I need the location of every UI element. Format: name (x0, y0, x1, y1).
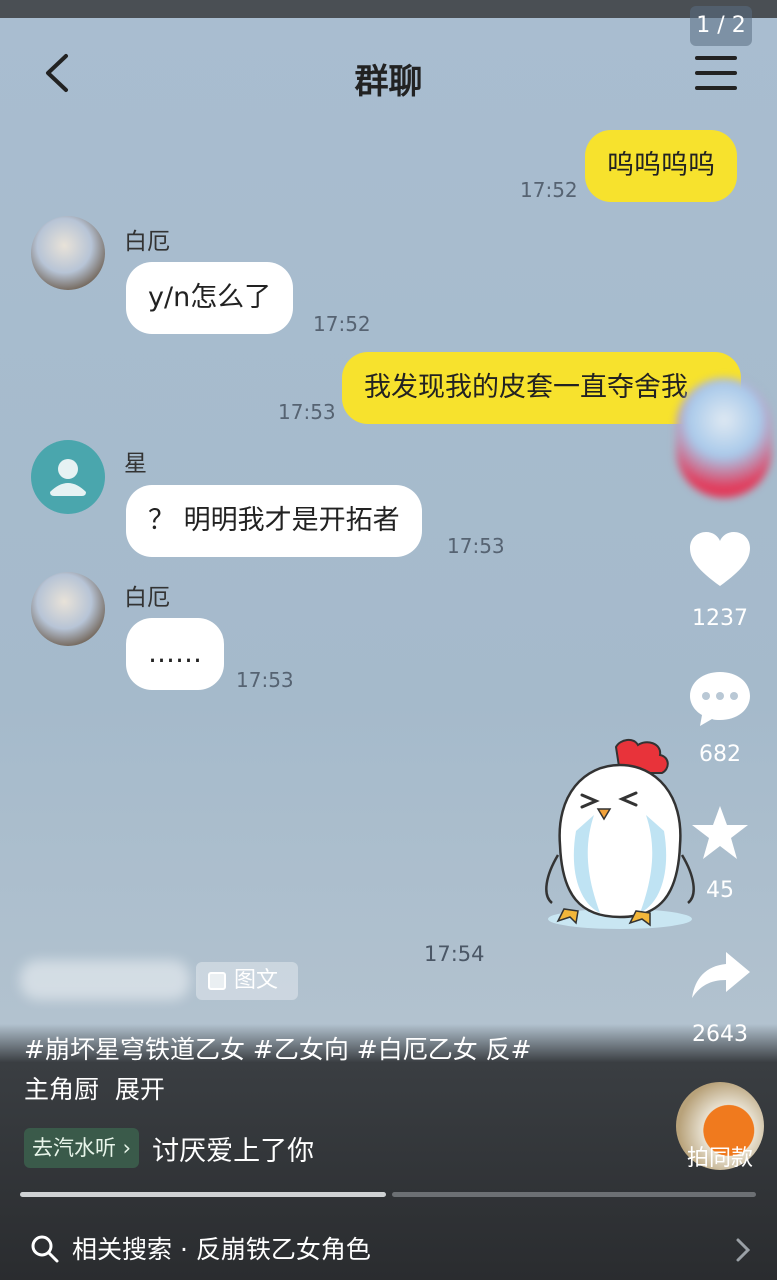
message-bubble-theirs: ？ 明明我才是开拓者 (126, 485, 422, 557)
person-icon (50, 459, 86, 496)
message-time: 17:53 (278, 400, 336, 424)
creator-avatar[interactable] (676, 378, 772, 498)
message-time: 17:53 (236, 668, 294, 692)
like-count: 1237 (692, 606, 748, 631)
sender-name: 白厄 (124, 229, 170, 255)
message-bubble-mine: 呜呜呜呜 (585, 130, 737, 202)
author-name-blurred[interactable] (20, 960, 190, 1000)
hashtags-line2[interactable]: 主角厨 (24, 1075, 99, 1104)
avatar-xing[interactable] (31, 440, 105, 514)
post-type-label: 图文 (234, 968, 279, 993)
avatar-baie[interactable] (31, 572, 105, 646)
related-search-bar[interactable]: 相关搜索 · 反崩铁乙女角色 (0, 1228, 777, 1280)
message-bubble-theirs: y/n怎么了 (126, 262, 294, 334)
screen: 1 / 2 群聊 呜呜呜呜 17:52 白厄 y/n怎么了 17:52 我发现我… (0, 0, 777, 1280)
heart-icon[interactable] (688, 530, 752, 590)
message-time: 17:54 (424, 942, 485, 966)
image-progress-segment-1 (20, 1192, 386, 1197)
search-icon (31, 1235, 59, 1263)
gallery-icon (208, 972, 226, 990)
comment-icon[interactable] (688, 668, 752, 728)
page-indicator: 1 / 2 (690, 6, 752, 46)
image-progress-segment-2 (392, 1192, 756, 1197)
music-open-button[interactable]: 去汽水听 › (24, 1128, 140, 1168)
related-search-text: 相关搜索 · 反崩铁乙女角色 (72, 1235, 371, 1264)
share-icon[interactable] (690, 948, 752, 1002)
message-time: 17:53 (447, 534, 505, 558)
menu-icon[interactable] (695, 56, 737, 92)
page-title: 群聊 (354, 62, 423, 102)
post-type-tag: 图文 (196, 962, 298, 1000)
same-style-label[interactable]: 拍同款 (672, 1140, 768, 1172)
sender-name: 白厄 (124, 585, 170, 611)
post-description: #崩坏星穹铁道乙女 #乙女向 #白厄乙女 反# 主角厨 展开 (24, 1030, 624, 1110)
message-time: 17:52 (313, 312, 371, 336)
share-count: 2643 (692, 1022, 748, 1047)
status-strip (0, 0, 777, 18)
music-title[interactable]: 讨厌爱上了你 (152, 1129, 314, 1168)
music-row: 去汽水听 › 讨厌爱上了你 (24, 1128, 314, 1168)
chick-sticker (545, 739, 695, 929)
expand-link[interactable]: 展开 (115, 1075, 165, 1104)
message-bubble-theirs: …… (126, 618, 224, 690)
chevron-right-icon (736, 1238, 751, 1262)
hashtags[interactable]: #崩坏星穹铁道乙女 #乙女向 #白厄乙女 反# (24, 1030, 624, 1070)
sender-name: 星 (124, 451, 147, 477)
message-time: 17:52 (520, 178, 578, 202)
avatar-baie[interactable] (31, 216, 105, 290)
